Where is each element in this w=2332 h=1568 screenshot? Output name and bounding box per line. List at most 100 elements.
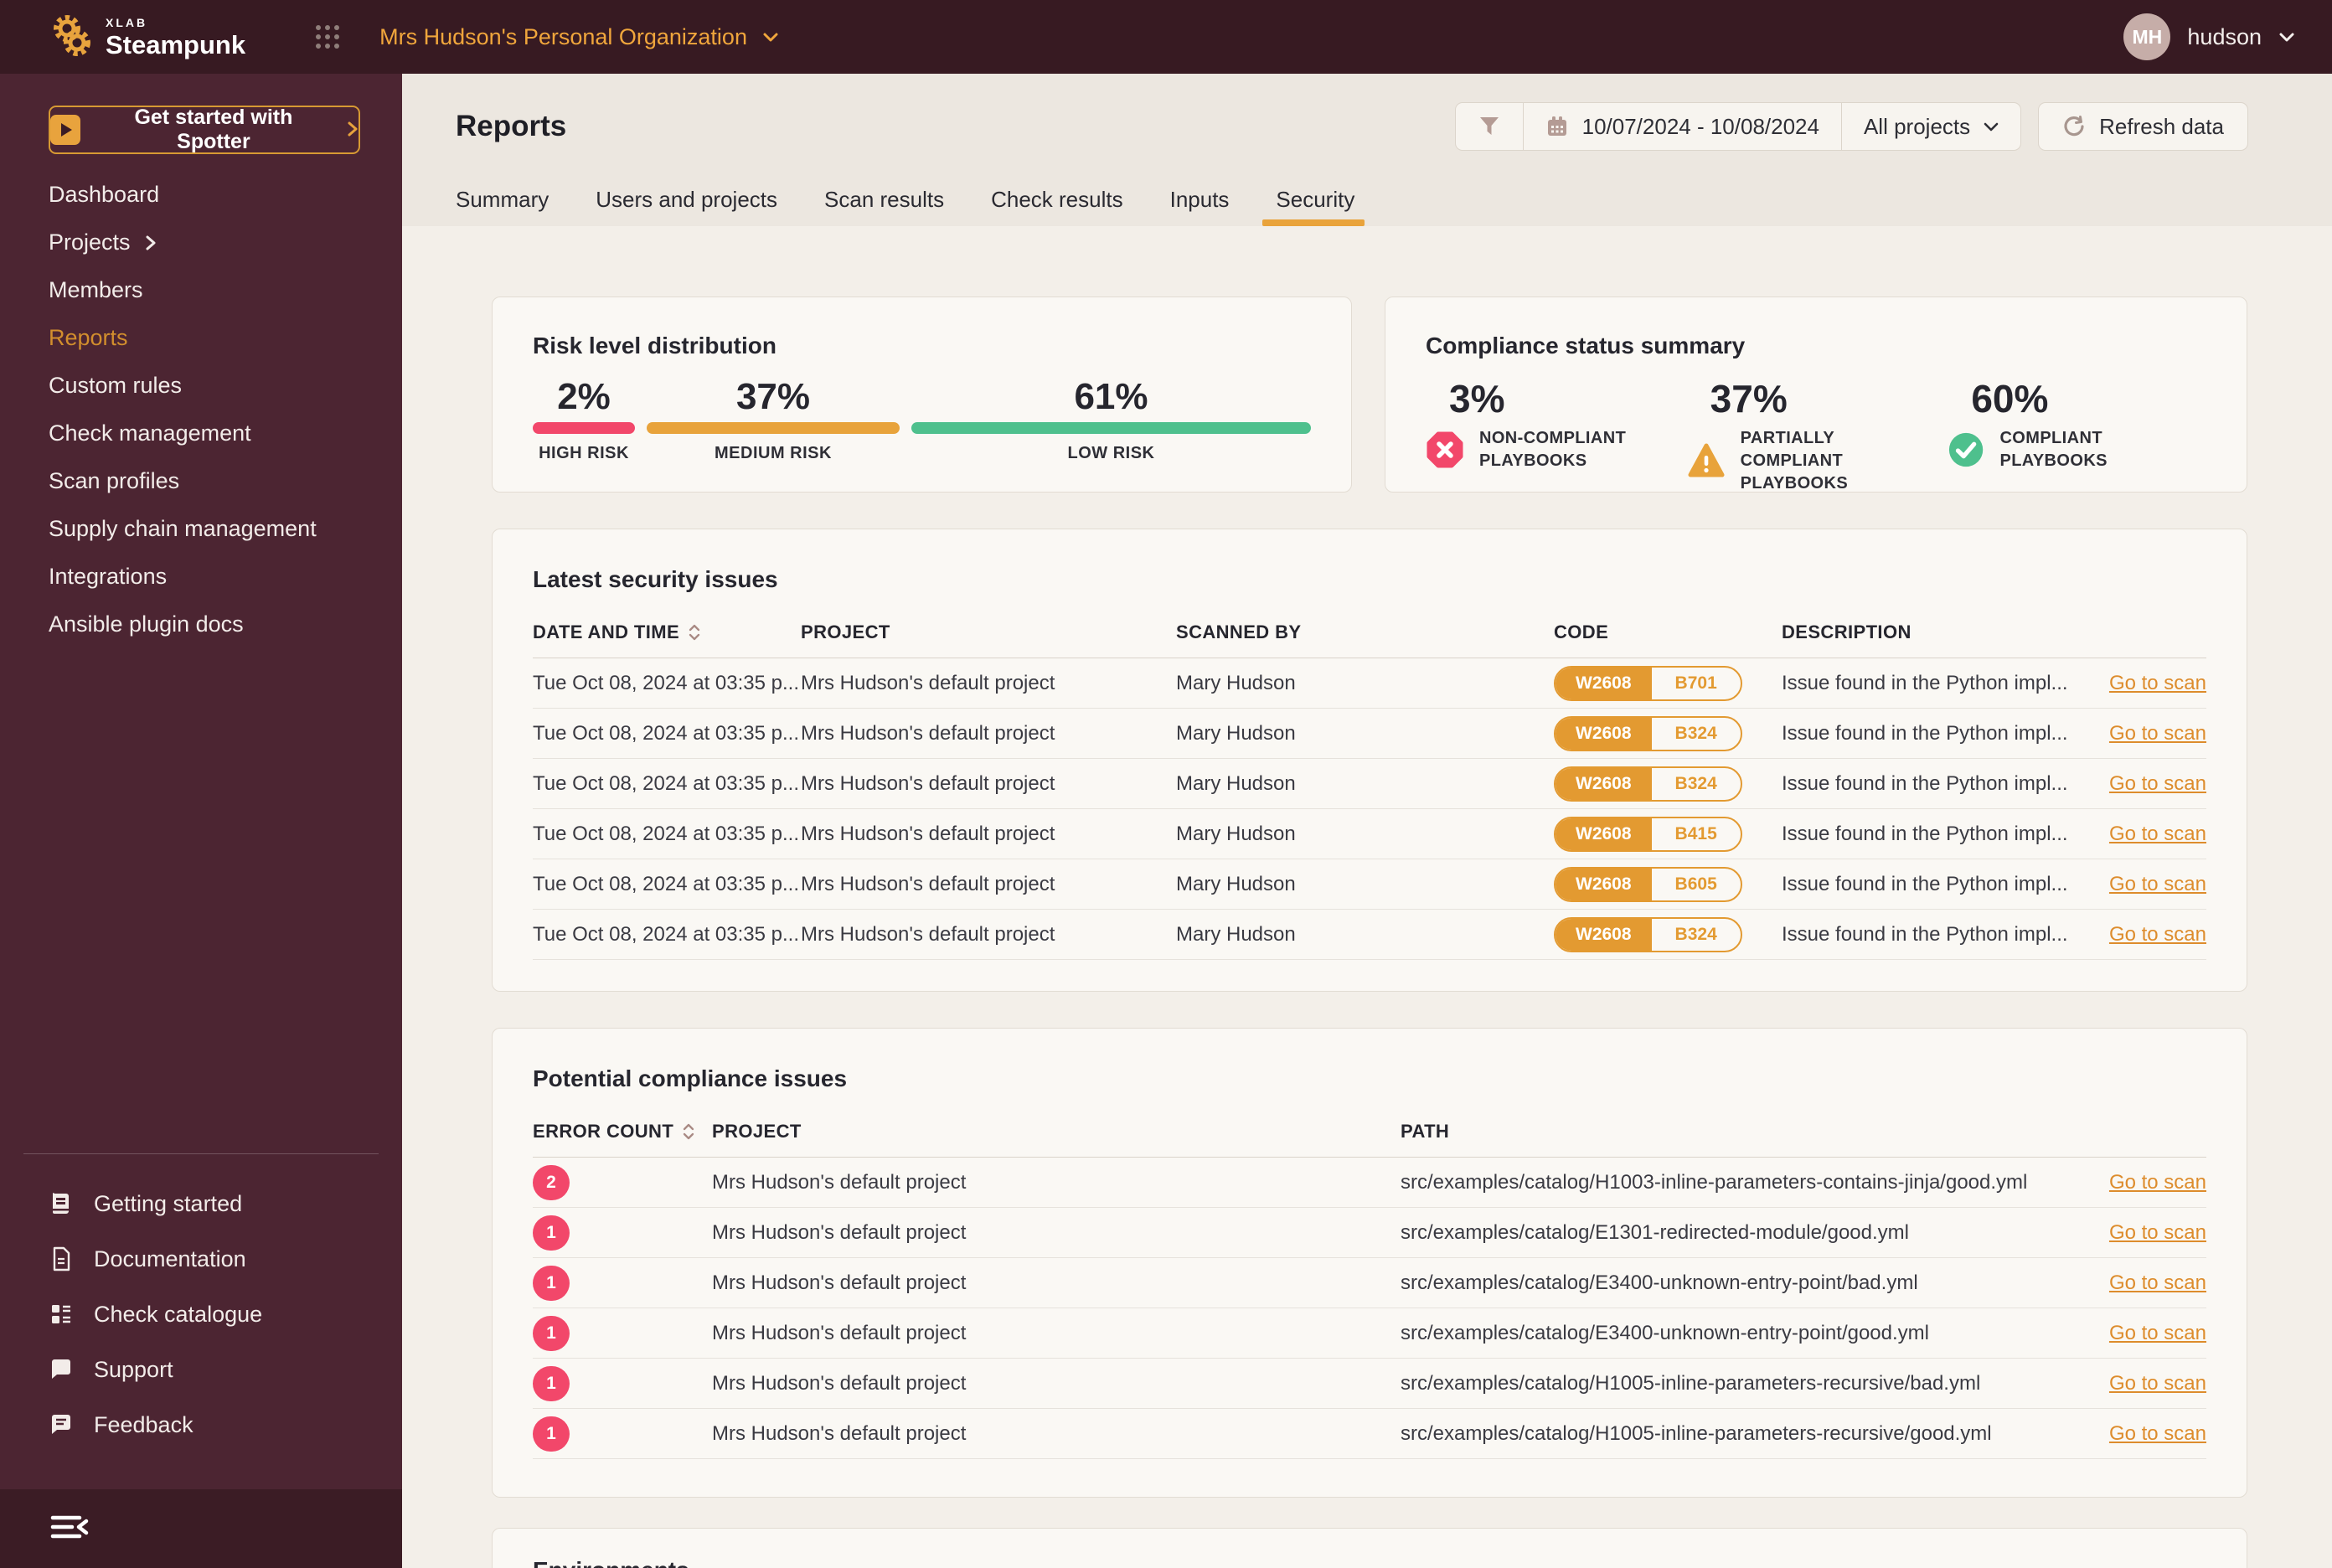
go-to-scan-link[interactable]: Go to scan — [2109, 1422, 2206, 1445]
sidebar-item-label: Projects — [49, 230, 131, 255]
sidebar-item-getting-started[interactable]: Getting started — [0, 1176, 402, 1231]
code-primary: W2608 — [1556, 918, 1652, 951]
cell-datetime: Tue Oct 08, 2024 at 03:35 p... — [533, 771, 799, 795]
go-to-scan-link[interactable]: Go to scan — [2109, 1171, 2206, 1194]
tab-inputs[interactable]: Inputs — [1170, 187, 1230, 226]
cell-description: Issue found in the Python impl... — [1782, 872, 2068, 895]
sidebar-item-members[interactable]: Members — [0, 266, 402, 314]
x-octagon-icon — [1427, 431, 1463, 468]
go-to-scan-link[interactable]: Go to scan — [2109, 823, 2206, 845]
go-to-scan-link[interactable]: Go to scan — [2109, 873, 2206, 895]
cell-project: Mrs Hudson's default project — [712, 1170, 967, 1194]
code-badge: W2608 B701 — [1554, 665, 1742, 701]
app-grid-icon[interactable] — [311, 20, 344, 54]
cell-datetime: Tue Oct 08, 2024 at 03:35 p... — [533, 872, 799, 895]
risk-bar-medium — [647, 421, 900, 434]
tab-users-and-projects[interactable]: Users and projects — [596, 187, 777, 226]
cell-description: Issue found in the Python impl... — [1782, 671, 2068, 694]
go-to-scan-link[interactable]: Go to scan — [2109, 772, 2206, 795]
sidebar-item-check-catalogue[interactable]: Check catalogue — [0, 1287, 402, 1342]
sidebar-item-support[interactable]: Support — [0, 1342, 402, 1397]
sidebar-item-dashboard[interactable]: Dashboard — [0, 171, 402, 219]
go-to-scan-link[interactable]: Go to scan — [2109, 722, 2206, 745]
table-row: 2 Mrs Hudson's default project src/examp… — [533, 1158, 2206, 1208]
sidebar-item-projects[interactable]: Projects — [0, 219, 402, 266]
stat-partially-compliant: 37% PARTIALLY COMPLIANT PLAYBOOKS — [1687, 378, 1948, 495]
code-badge: W2608 B324 — [1554, 916, 1742, 952]
sidebar-item-integrations[interactable]: Integrations — [0, 553, 402, 601]
error-count-badge: 1 — [533, 1265, 570, 1301]
card-title: Compliance status summary — [1426, 333, 1746, 358]
table-row: 1 Mrs Hudson's default project src/examp… — [533, 1359, 2206, 1409]
cell-project: Mrs Hudson's default project — [712, 1220, 967, 1244]
cell-path: src/examples/catalog/E1301-redirected-mo… — [1401, 1220, 1909, 1244]
cell-project: Mrs Hudson's default project — [712, 1421, 967, 1445]
cell-error-count: 2 — [533, 1164, 712, 1200]
logo-name-text: Steampunk — [106, 29, 246, 59]
go-to-scan-link[interactable]: Go to scan — [2109, 1271, 2206, 1294]
sidebar-item-label: Supply chain management — [49, 516, 317, 541]
tab-summary[interactable]: Summary — [456, 187, 549, 226]
avatar: MH — [2123, 13, 2171, 60]
book-icon — [53, 1193, 69, 1214]
project-filter-select[interactable]: All projects — [1840, 103, 2020, 150]
content: Risk level distribution 2% HIGH RISK 37%… — [402, 226, 2332, 1568]
cell-datetime: Tue Oct 08, 2024 at 03:35 p... — [533, 721, 799, 745]
date-range-value: 10/07/2024 - 10/08/2024 — [1581, 113, 1819, 139]
code-badge: W2608 B605 — [1554, 866, 1742, 902]
tab-security[interactable]: Security — [1262, 187, 1365, 226]
cell-project: Mrs Hudson's default project — [801, 872, 1055, 895]
go-to-scan-link[interactable]: Go to scan — [2109, 1372, 2206, 1395]
sidebar-item-label: Check management — [49, 420, 251, 446]
risk-value: 61% — [1074, 376, 1148, 417]
sidebar-item-feedback[interactable]: Feedback — [0, 1397, 402, 1452]
cta-label: Get started with Spotter — [134, 106, 293, 153]
cell-project: Mrs Hudson's default project — [801, 671, 1055, 694]
cell-path: src/examples/catalog/H1003-inline-parame… — [1401, 1170, 2028, 1194]
sidebar-item-custom-rules[interactable]: Custom rules — [0, 362, 402, 410]
chat-bubble-icon — [52, 1359, 70, 1379]
error-count-badge: 1 — [533, 1215, 570, 1251]
collapse-sidebar-icon[interactable] — [49, 1510, 90, 1548]
sidebar-item-scan-profiles[interactable]: Scan profiles — [0, 457, 402, 505]
risk-value: 2% — [557, 376, 611, 417]
column-header-date[interactable]: DATE AND TIME — [533, 622, 801, 643]
go-to-scan-link[interactable]: Go to scan — [2109, 923, 2206, 946]
cell-scanned-by: Mary Hudson — [1176, 771, 1296, 795]
tab-scan-results[interactable]: Scan results — [824, 187, 944, 226]
date-range-picker[interactable]: 10/07/2024 - 10/08/2024 — [1522, 103, 1841, 150]
sidebar-footer-bar — [0, 1489, 402, 1568]
user-menu[interactable]: MH hudson — [2123, 13, 2295, 60]
go-to-scan-link[interactable]: Go to scan — [2109, 1221, 2206, 1244]
sidebar-item-supply-chain-management[interactable]: Supply chain management — [0, 505, 402, 553]
filter-button[interactable] — [1456, 103, 1523, 150]
sidebar-item-reports[interactable]: Reports — [0, 314, 402, 362]
organization-switcher[interactable]: Mrs Hudson's Personal Organization — [379, 24, 779, 50]
logo-xlab-text: XLAB — [106, 15, 148, 29]
go-to-scan-link[interactable]: Go to scan — [2109, 672, 2206, 694]
stat-non-compliant: 3% NON-COMPLIANT PLAYBOOKS — [1426, 378, 1687, 495]
code-primary: W2608 — [1556, 667, 1652, 699]
feedback-icon — [52, 1415, 70, 1434]
column-header-project: PROJECT — [712, 1121, 802, 1142]
sidebar-item-documentation[interactable]: Documentation — [0, 1231, 402, 1287]
get-started-spotter-button[interactable]: Get started with Spotter — [49, 106, 360, 154]
sidebar-item-label: Dashboard — [49, 182, 160, 207]
sidebar-item-label: Ansible plugin docs — [49, 611, 244, 637]
sidebar-item-label: Documentation — [94, 1246, 246, 1271]
cell-datetime: Tue Oct 08, 2024 at 03:35 p... — [533, 671, 799, 694]
cell-project: Mrs Hudson's default project — [712, 1371, 967, 1395]
refresh-data-button[interactable]: Refresh data — [2038, 102, 2248, 151]
tab-check-results[interactable]: Check results — [991, 187, 1123, 226]
cell-datetime: Tue Oct 08, 2024 at 03:35 p... — [533, 822, 799, 845]
sidebar-item-ansible-plugin-docs[interactable]: Ansible plugin docs — [0, 601, 402, 648]
sidebar-divider — [23, 1153, 379, 1154]
stat-value: 37% — [1710, 377, 1788, 420]
chevron-down-icon — [1984, 122, 1999, 132]
card-title: Environments — [533, 1557, 2206, 1568]
error-count-badge: 2 — [533, 1164, 570, 1200]
column-header-error-count[interactable]: ERROR COUNT — [533, 1121, 712, 1142]
sidebar-item-check-management[interactable]: Check management — [0, 410, 402, 457]
chevron-down-icon — [762, 31, 779, 43]
go-to-scan-link[interactable]: Go to scan — [2109, 1322, 2206, 1344]
